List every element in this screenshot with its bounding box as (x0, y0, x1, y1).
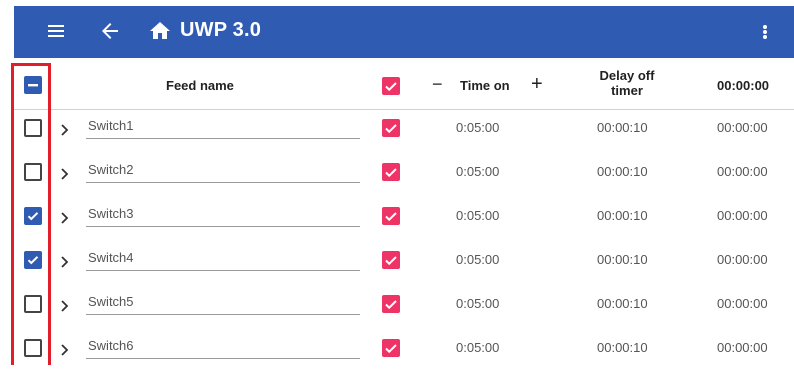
remaining-value: 00:00:00 (717, 296, 768, 311)
delay-off-header-line2: timer (611, 83, 643, 98)
chevron-right-icon[interactable] (60, 343, 70, 357)
row-enabled-checkbox[interactable] (382, 295, 400, 313)
feed-table: Feed name − Time on + Delay off timer 00… (14, 58, 794, 365)
row-enabled-checkbox[interactable] (382, 207, 400, 225)
table-row: Switch4 0:05:00 00:00:10 00:00:00 (14, 242, 794, 286)
enable-all-checkbox[interactable] (382, 77, 400, 95)
feed-name-field[interactable]: Switch2 (86, 160, 360, 183)
feed-name-field[interactable]: Switch1 (86, 116, 360, 139)
row-enabled-checkbox[interactable] (382, 163, 400, 181)
remaining-value: 00:00:00 (717, 120, 768, 135)
time-on-increase-button[interactable]: + (531, 73, 543, 96)
remaining-value: 00:00:00 (717, 252, 768, 267)
time-on-value: 0:05:00 (456, 296, 500, 311)
time-on-header: Time on (460, 78, 510, 93)
feed-name-value: Switch3 (88, 206, 134, 221)
app-bar: UWP 3.0 (14, 6, 794, 58)
delay-off-value: 00:00:10 (597, 120, 648, 135)
checkbox-column-highlight (11, 63, 51, 365)
feed-name-field[interactable]: Switch3 (86, 204, 360, 227)
feed-name-field[interactable]: Switch6 (86, 336, 360, 359)
delay-off-value: 00:00:10 (597, 208, 648, 223)
table-row: Switch3 0:05:00 00:00:10 00:00:00 (14, 198, 794, 242)
remaining-time-header: 00:00:00 (717, 78, 770, 93)
feed-name-value: Switch4 (88, 250, 134, 265)
row-enabled-checkbox[interactable] (382, 251, 400, 269)
chevron-right-icon[interactable] (60, 211, 70, 225)
table-row: Switch1 0:05:00 00:00:10 00:00:00 (14, 110, 794, 154)
row-enabled-checkbox[interactable] (382, 119, 400, 137)
more-vert-icon[interactable] (756, 20, 774, 44)
feed-name-value: Switch1 (88, 118, 134, 133)
remaining-value: 00:00:00 (717, 208, 768, 223)
time-on-value: 0:05:00 (456, 208, 500, 223)
table-header: Feed name − Time on + Delay off timer 00… (14, 58, 794, 110)
table-row: Switch2 0:05:00 00:00:10 00:00:00 (14, 154, 794, 198)
home-icon[interactable] (148, 19, 172, 43)
delay-off-value: 00:00:10 (597, 252, 648, 267)
table-row: Switch5 0:05:00 00:00:10 00:00:00 (14, 286, 794, 330)
time-on-value: 0:05:00 (456, 340, 500, 355)
feed-name-value: Switch6 (88, 338, 134, 353)
app-title: UWP 3.0 (180, 19, 262, 41)
arrow-back-icon[interactable] (98, 19, 122, 43)
chevron-right-icon[interactable] (60, 299, 70, 313)
remaining-value: 00:00:00 (717, 164, 768, 179)
feed-name-value: Switch5 (88, 294, 134, 309)
delay-off-header-line1: Delay off (599, 68, 655, 83)
feed-name-field[interactable]: Switch5 (86, 292, 360, 315)
time-on-value: 0:05:00 (456, 164, 500, 179)
time-on-value: 0:05:00 (456, 252, 500, 267)
time-on-value: 0:05:00 (456, 120, 500, 135)
feed-name-value: Switch2 (88, 162, 134, 177)
feed-name-header: Feed name (166, 78, 234, 93)
delay-off-value: 00:00:10 (597, 340, 648, 355)
feed-name-field[interactable]: Switch4 (86, 248, 360, 271)
delay-off-value: 00:00:10 (597, 164, 648, 179)
delay-off-value: 00:00:10 (597, 296, 648, 311)
time-on-decrease-button[interactable]: − (432, 74, 443, 95)
remaining-value: 00:00:00 (717, 340, 768, 355)
row-enabled-checkbox[interactable] (382, 339, 400, 357)
menu-icon[interactable] (46, 20, 68, 42)
delay-off-timer-header: Delay off timer (592, 68, 662, 98)
chevron-right-icon[interactable] (60, 123, 70, 137)
chevron-right-icon[interactable] (60, 255, 70, 269)
table-row: Switch6 0:05:00 00:00:10 00:00:00 (14, 330, 794, 374)
chevron-right-icon[interactable] (60, 167, 70, 181)
